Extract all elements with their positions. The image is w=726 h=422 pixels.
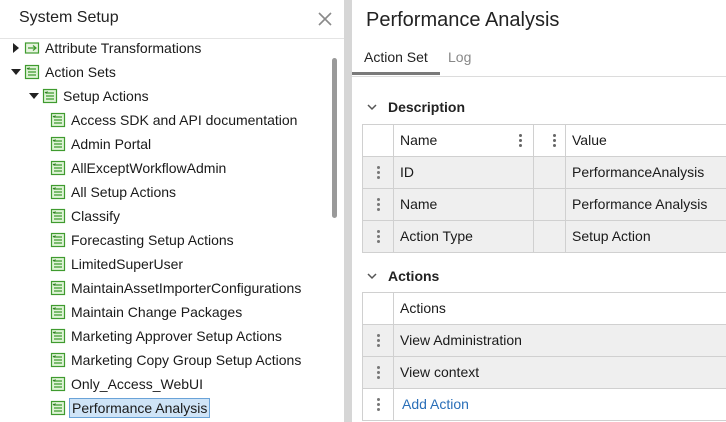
tree-item-label: AllExceptWorkflowAdmin <box>71 160 227 176</box>
action-set-icon <box>50 376 66 392</box>
table-row[interactable]: View context <box>363 357 726 389</box>
action-set-icon <box>50 136 66 152</box>
caret-down-icon[interactable] <box>10 60 22 84</box>
add-action-link[interactable]: Add Action <box>402 389 469 420</box>
description-grid: Name Value ID PerformanceAnalysis Name P… <box>362 124 726 253</box>
action-set-icon <box>50 112 66 128</box>
tree-item-label: All Setup Actions <box>71 184 177 200</box>
tree-item-label: Maintain Change Packages <box>71 304 243 320</box>
description-section-toggle[interactable]: Description <box>366 97 465 117</box>
table-row[interactable]: ID PerformanceAnalysis <box>363 157 726 189</box>
actions-column-header[interactable]: Actions <box>400 293 446 324</box>
panel-title: System Setup <box>19 9 119 26</box>
tree-item-label: Forecasting Setup Actions <box>71 232 234 248</box>
tree-item[interactable]: Forecasting Setup Actions <box>50 228 236 252</box>
tree-item-label: Access SDK and API documentation <box>71 112 298 128</box>
tree-item-label: Admin Portal <box>71 136 152 152</box>
action-set-icon <box>50 352 66 368</box>
tree-item-label: Attribute Transformations <box>45 40 202 56</box>
name-column-menu-icon[interactable] <box>519 134 523 148</box>
chevron-down-icon <box>367 104 377 111</box>
column-menu-icon[interactable] <box>553 134 557 148</box>
action-set-icon <box>50 256 66 272</box>
action-set-icon <box>50 160 66 176</box>
action-set-icon <box>50 400 66 416</box>
name-column-header[interactable]: Name <box>400 125 437 156</box>
tree-scrollbar[interactable] <box>332 58 337 218</box>
action-set-icon <box>50 184 66 200</box>
action-set-icon <box>50 208 66 224</box>
add-action-row: Add Action <box>363 389 726 421</box>
tree-item[interactable]: Performance Analysis <box>50 396 211 420</box>
drag-handle-icon[interactable] <box>377 366 381 380</box>
caret-right-icon[interactable] <box>10 38 22 60</box>
page-title: Performance Analysis <box>366 9 560 31</box>
tree-item[interactable]: Marketing Approver Setup Actions <box>50 324 284 348</box>
transformation-icon <box>24 40 40 56</box>
tree-item-label: Marketing Approver Setup Actions <box>71 328 282 344</box>
caret-down-icon[interactable] <box>28 84 40 108</box>
table-row[interactable]: Action Type Setup Action <box>363 221 726 253</box>
tree-item[interactable]: Classify <box>50 204 122 228</box>
action-name: View Administration <box>400 332 522 348</box>
action-set-icon <box>42 88 58 104</box>
close-icon[interactable] <box>316 10 334 28</box>
actions-grid: Actions View Administration View context… <box>362 292 726 421</box>
drag-handle-icon[interactable] <box>377 198 381 212</box>
action-name: View context <box>400 364 480 380</box>
tree-item[interactable]: LimitedSuperUser <box>50 252 185 276</box>
chevron-down-icon <box>367 273 377 280</box>
tree-item[interactable]: Only_Access_WebUI <box>50 372 205 396</box>
table-row[interactable]: View Administration <box>363 325 726 357</box>
actions-section-toggle[interactable]: Actions <box>366 266 439 286</box>
tree-item[interactable]: AllExceptWorkflowAdmin <box>50 156 228 180</box>
tree-item[interactable]: MaintainAssetImporterConfigurations <box>50 276 303 300</box>
tree-item[interactable]: Maintain Change Packages <box>50 300 244 324</box>
setup-tree: Attribute Transformations Action Sets Setu… <box>0 38 330 422</box>
action-set-icon <box>50 232 66 248</box>
panel-header: System Setup <box>0 0 344 39</box>
tree-item[interactable]: Marketing Copy Group Setup Actions <box>50 348 303 372</box>
row-name: ID <box>400 164 414 180</box>
tab-bar: Action Set Log <box>352 40 726 77</box>
action-set-icon <box>50 304 66 320</box>
value-column-header[interactable]: Value <box>572 125 607 156</box>
drag-handle-icon[interactable] <box>377 230 381 244</box>
actions-header-row: Actions <box>363 293 726 325</box>
tree-item-label: LimitedSuperUser <box>71 256 184 272</box>
tree-item[interactable]: Access SDK and API documentation <box>50 108 299 132</box>
row-name: Action Type <box>400 228 473 244</box>
row-value: Setup Action <box>572 228 651 244</box>
tree-item-label: Marketing Copy Group Setup Actions <box>71 352 302 368</box>
tree-item[interactable]: Admin Portal <box>50 132 153 156</box>
row-value: PerformanceAnalysis <box>572 164 705 180</box>
tree-item-label: Classify <box>71 208 121 224</box>
tree-item[interactable]: All Setup Actions <box>50 180 178 204</box>
tree-item-label: Action Sets <box>45 64 116 80</box>
drag-handle-icon[interactable] <box>377 398 381 412</box>
table-row[interactable]: Name Performance Analysis <box>363 189 726 221</box>
drag-handle-icon[interactable] <box>377 334 381 348</box>
row-value: Performance Analysis <box>572 196 708 212</box>
tree-item[interactable]: Action Sets <box>10 60 118 84</box>
action-set-icon <box>24 64 40 80</box>
action-set-icon <box>50 328 66 344</box>
tree-item-label: Setup Actions <box>63 88 149 104</box>
drag-handle-icon[interactable] <box>377 166 381 180</box>
tree-item-label: Only_Access_WebUI <box>71 376 204 392</box>
system-setup-panel: System Setup Attribute Transformations Ac… <box>0 0 344 422</box>
actions-heading: Actions <box>388 268 440 284</box>
tab-action-set[interactable]: Action Set <box>352 40 440 75</box>
tree-item[interactable]: Setup Actions <box>28 84 151 108</box>
action-set-icon <box>50 280 66 296</box>
tree-item[interactable]: Attribute Transformations <box>10 38 203 60</box>
detail-panel: Performance Analysis Action Set Log Desc… <box>352 0 726 422</box>
description-heading: Description <box>388 99 466 115</box>
description-header-row: Name Value <box>363 125 726 157</box>
tree-item-label: Performance Analysis <box>69 398 211 418</box>
tab-log[interactable]: Log <box>436 40 483 74</box>
row-name: Name <box>400 196 438 212</box>
panel-splitter[interactable] <box>344 0 352 422</box>
tree-item-label: MaintainAssetImporterConfigurations <box>71 280 302 296</box>
